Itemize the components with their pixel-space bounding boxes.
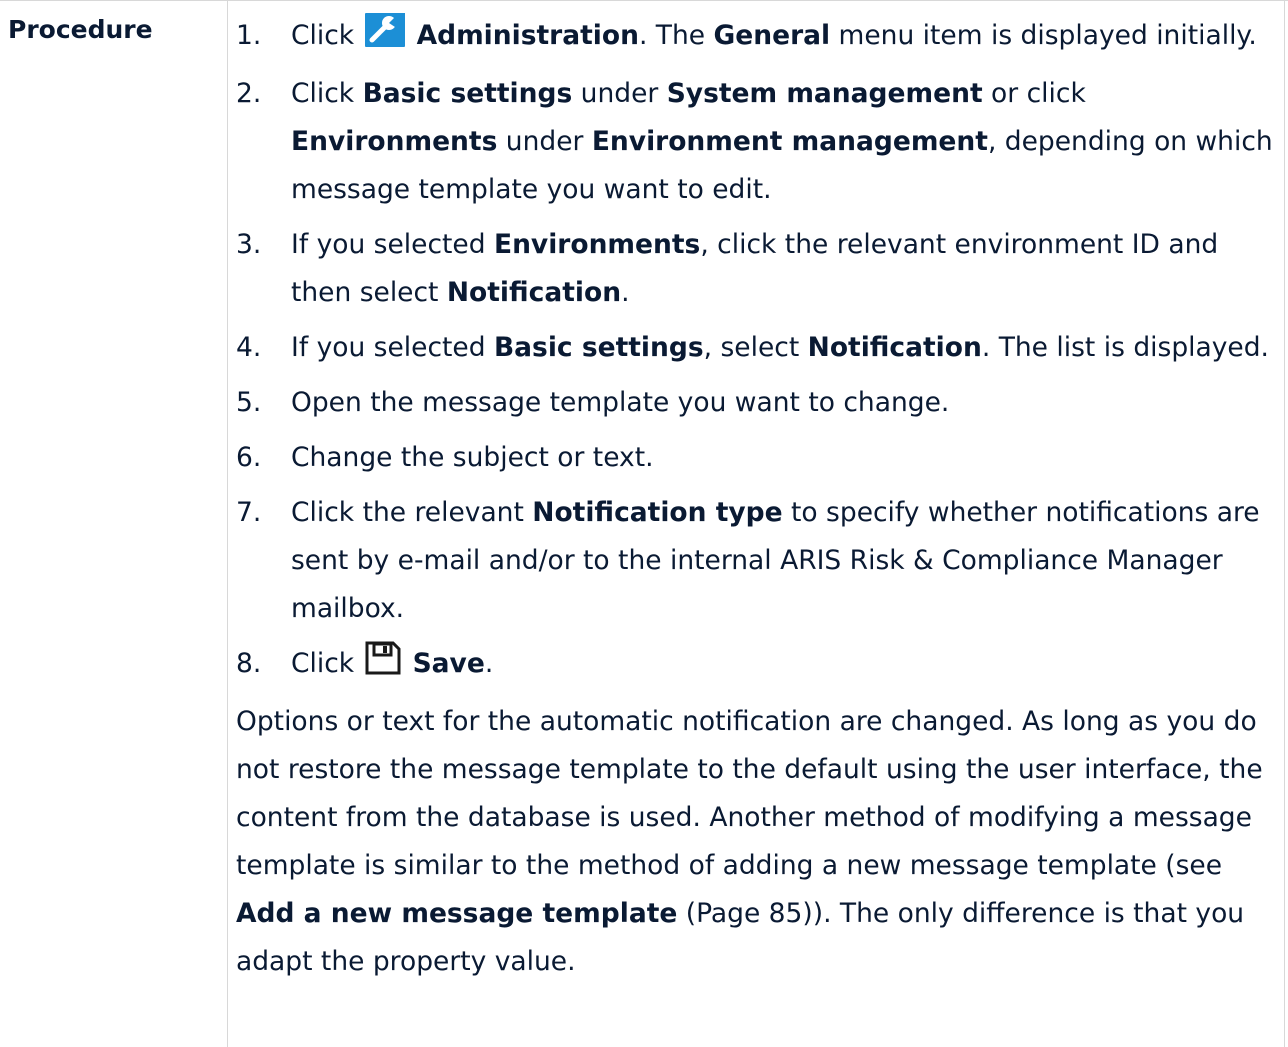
result-paragraph: Options or text for the automatic notifi… [236, 706, 1263, 977]
step-5: 5. Open the message template you want to … [236, 379, 1280, 427]
step-number: 4. [236, 332, 262, 363]
wrench-icon [364, 13, 405, 63]
step-number: 6. [236, 442, 262, 473]
general-term: General [713, 20, 831, 51]
notification-term: Notification [446, 277, 622, 308]
step-number: 7. [236, 497, 262, 528]
step-number: 3. [236, 229, 262, 260]
steps-list: 1. Click Administration. The General menu… [236, 12, 1280, 691]
step-number: 8. [236, 648, 262, 679]
step-4: 4. If you selected Basic settings, select… [236, 324, 1280, 372]
right-border [1284, 0, 1285, 1047]
cross-reference-link[interactable]: Add a new message template [236, 898, 677, 929]
procedure-label: Procedure [8, 15, 153, 44]
basic-settings-term: Basic settings [493, 332, 704, 363]
procedure-page: Procedure 1. Click Administration. The Ge… [0, 0, 1288, 1047]
save-icon [365, 641, 401, 691]
procedure-content: 1. Click Administration. The General menu… [236, 12, 1280, 986]
step-number: 2. [236, 78, 262, 109]
step-2: 2. Click Basic settings under System mana… [236, 70, 1280, 214]
basic-settings-term: Basic settings [362, 78, 573, 109]
step-1: 1. Click Administration. The General menu… [236, 12, 1280, 63]
top-rule [0, 0, 1288, 1]
save-term: Save [412, 648, 485, 679]
system-management-term: System management [666, 78, 983, 109]
step-number: 5. [236, 387, 262, 418]
column-divider [227, 0, 228, 1047]
step-8: 8. Click Save. [236, 640, 1280, 691]
administration-term: Administration [416, 20, 639, 51]
environments-term: Environments [493, 229, 701, 260]
step-text: Click [291, 20, 355, 51]
notification-type-term: Notification type [532, 497, 783, 528]
step-6: 6. Change the subject or text. [236, 434, 1280, 482]
step-3: 3. If you selected Environments, click th… [236, 221, 1280, 317]
environment-management-term: Environment management [591, 126, 988, 157]
step-7: 7. Click the relevant Notification type t… [236, 489, 1280, 633]
step-number: 1. [236, 20, 262, 51]
notification-term: Notification [807, 332, 982, 363]
environments-term: Environments [291, 126, 498, 157]
